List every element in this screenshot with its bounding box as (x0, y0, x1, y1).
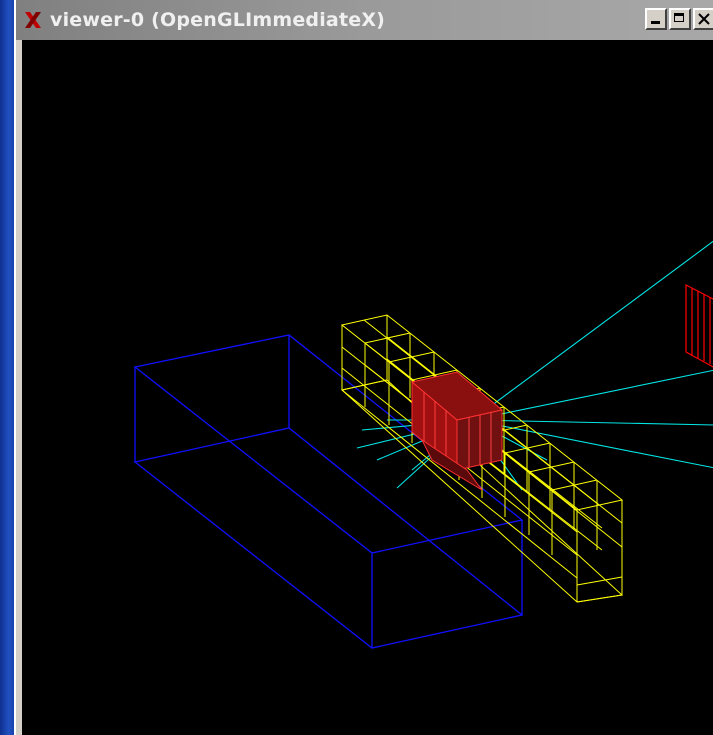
window-title: viewer-0 (OpenGLImmediateX) (50, 9, 386, 31)
window-controls (645, 8, 713, 30)
close-button[interactable] (693, 8, 713, 30)
close-icon (698, 13, 710, 25)
minimize-button[interactable] (645, 8, 667, 30)
opengl-viewport[interactable] (22, 40, 713, 735)
muon-detector-panel (685, 284, 713, 368)
scene-canvas[interactable] (22, 40, 713, 735)
maximize-button[interactable] (669, 8, 691, 30)
x-logo-icon (25, 12, 41, 28)
title-bar[interactable]: viewer-0 (OpenGLImmediateX) (16, 0, 713, 40)
desktop-background (0, 0, 14, 735)
viewer-window[interactable]: viewer-0 (OpenGLImmediateX) (14, 0, 713, 735)
